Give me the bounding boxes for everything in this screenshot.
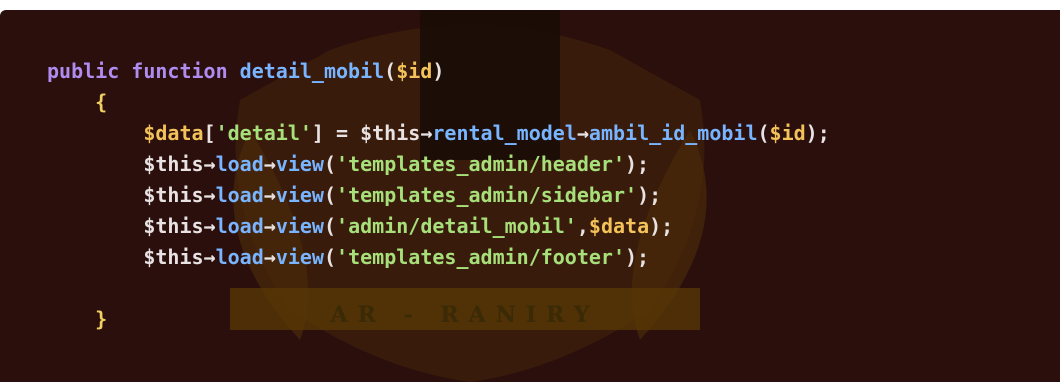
code-token: 'detail' <box>215 121 312 145</box>
code-token: ( <box>323 183 337 207</box>
code-line: } <box>47 304 830 335</box>
code-token: load <box>215 183 264 207</box>
code-token: ); <box>649 214 674 238</box>
code-line: $this→load→view('templates_admin/footer'… <box>47 242 830 273</box>
code-token: $data <box>588 214 650 238</box>
code-token: view <box>275 152 324 176</box>
code-token: { <box>95 90 108 114</box>
code-token: ); <box>625 245 650 269</box>
code-token: rental_model <box>432 121 577 145</box>
code-token: $id <box>396 59 433 83</box>
code-token: ( <box>323 245 337 269</box>
code-token: load <box>215 245 264 269</box>
code-token: $this <box>143 214 204 238</box>
code-editor: AR - RANIRY public function detail_mobil… <box>0 10 1060 382</box>
code-token: $this <box>143 245 204 269</box>
code-token: $this <box>143 152 204 176</box>
code-token: view <box>275 183 324 207</box>
code-token: → <box>263 183 276 207</box>
code-token: $id <box>769 121 806 145</box>
code-token: ( <box>323 152 337 176</box>
code-token: → <box>203 183 216 207</box>
code-token: → <box>203 214 216 238</box>
code-line: { <box>47 87 830 118</box>
code-token: $this <box>360 121 421 145</box>
code-token: ( <box>757 121 770 145</box>
code-token: ( <box>384 59 397 83</box>
code-line: $this→load→view('admin/detail_mobil',$da… <box>47 211 830 242</box>
code-token: → <box>576 121 589 145</box>
code-token: ); <box>805 121 830 145</box>
code-token: function <box>131 59 228 83</box>
code-token: 'templates_admin/header' <box>336 152 626 176</box>
code-token: → <box>263 245 276 269</box>
code-token: view <box>275 245 324 269</box>
code-token: } <box>95 307 108 331</box>
code-token: $this <box>143 183 204 207</box>
code-line: $this→load→view('templates_admin/sidebar… <box>47 180 830 211</box>
code-token: ] = <box>311 121 361 145</box>
code-token: ) <box>432 59 445 83</box>
code-token: 'admin/detail_mobil' <box>336 214 577 238</box>
code-token: detail_mobil <box>239 59 385 83</box>
code-token: → <box>203 152 216 176</box>
code-token: → <box>263 152 276 176</box>
code-token: load <box>215 214 264 238</box>
code-token: load <box>215 152 264 176</box>
code-token: , <box>576 214 589 238</box>
code-token: 'templates_admin/sidebar' <box>336 183 638 207</box>
code-token: ); <box>625 152 650 176</box>
code-token: 'templates_admin/footer' <box>336 245 626 269</box>
code-line: $data['detail'] = $this→rental_model→amb… <box>47 118 830 149</box>
code-token: ( <box>323 214 337 238</box>
code-line: public function detail_mobil($id) <box>47 56 830 87</box>
code-token: public <box>47 59 120 83</box>
code-token: ); <box>637 183 662 207</box>
code-block: public function detail_mobil($id) { $dat… <box>47 56 830 335</box>
code-token: → <box>263 214 276 238</box>
code-token: → <box>420 121 433 145</box>
code-line: $this→load→view('templates_admin/header'… <box>47 149 830 180</box>
code-token: [ <box>203 121 216 145</box>
code-token: view <box>275 214 324 238</box>
code-token: → <box>203 245 216 269</box>
code-token: $data <box>143 121 204 145</box>
code-token: ambil_id_mobil <box>588 121 758 145</box>
